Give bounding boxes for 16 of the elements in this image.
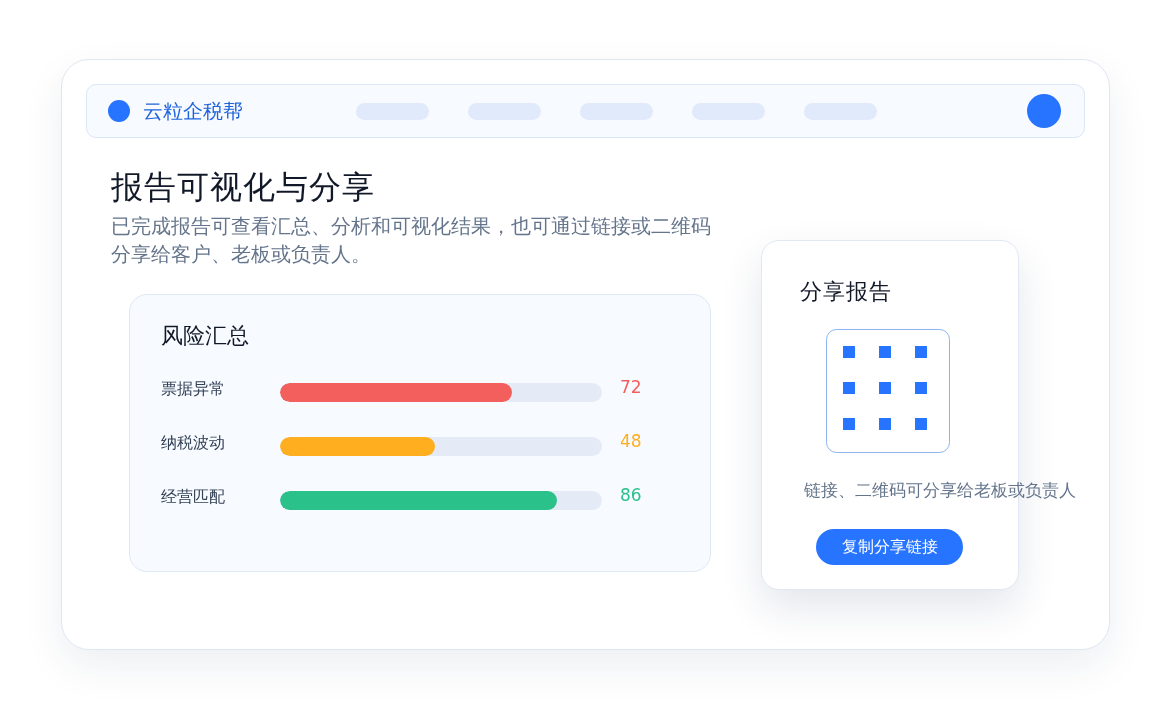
- card-title: 风险汇总: [161, 322, 249, 350]
- risk-label: 经营匹配: [161, 486, 226, 508]
- risk-score: 48: [620, 430, 642, 452]
- qr-code-icon: [826, 329, 950, 453]
- risk-label: 票据异常: [161, 378, 226, 400]
- logo-icon: [108, 100, 130, 122]
- card-title: 分享报告: [800, 278, 892, 306]
- share-caption: 链接、二维码可分享给老板或负责人: [804, 479, 1076, 502]
- risk-score: 86: [620, 484, 642, 506]
- risk-label: 纳税波动: [161, 432, 226, 454]
- risk-score: 72: [620, 376, 642, 398]
- page-description: 已完成报告可查看汇总、分析和可视化结果，也可通过链接或二维码分享给客户、老板或负责人。: [111, 213, 712, 268]
- avatar-icon[interactable]: [1027, 94, 1061, 128]
- brand-name: 云粒企税帮: [143, 98, 243, 124]
- copy-link-button[interactable]: 复制分享链接: [816, 529, 963, 565]
- page-title: 报告可视化与分享: [111, 167, 375, 207]
